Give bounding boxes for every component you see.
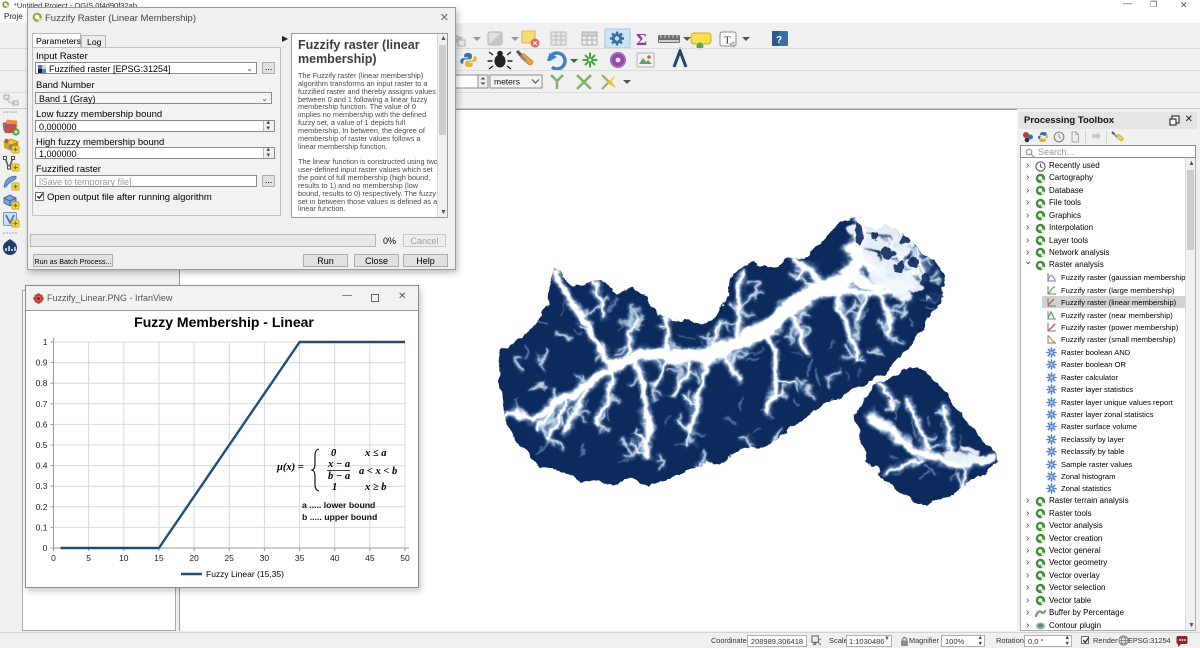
svg-text:Fuzzy Membership - Linear: Fuzzy Membership - Linear [134,314,314,330]
svg-text:35: 35 [295,553,305,563]
svg-text:20: 20 [189,553,199,563]
svg-text:T: T [724,35,731,47]
svg-text:10: 10 [119,553,129,563]
svg-text:0.2: 0.2 [36,502,48,512]
svg-text:μ(x) =: μ(x) = [276,462,304,473]
svg-text:a < x < b: a < x < b [359,466,397,477]
svg-text:0.8: 0.8 [36,378,48,388]
svg-text:x ≤ a: x ≤ a [364,448,387,459]
svg-text:25: 25 [224,553,234,563]
svg-text:meters: meters [494,77,520,87]
svg-text:?: ? [776,35,782,46]
svg-text:a ..... lower bound: a ..... lower bound [302,500,375,510]
svg-text:0.7: 0.7 [36,399,48,409]
svg-text:15: 15 [154,553,164,563]
svg-text:x − a: x − a [327,459,350,470]
svg-text:50: 50 [400,553,410,563]
svg-text:1: 1 [332,482,337,493]
svg-text:0: 0 [43,543,48,553]
svg-text:b − a: b − a [328,471,350,482]
svg-text:0.9: 0.9 [36,358,48,368]
svg-text:5: 5 [86,553,91,563]
svg-text:1: 1 [43,337,48,347]
svg-text:30: 30 [260,553,270,563]
svg-text:0.3: 0.3 [36,481,48,491]
svg-text:Σ: Σ [636,30,647,49]
svg-text:0.5: 0.5 [36,440,48,450]
svg-text:0.4: 0.4 [36,461,48,471]
svg-text:0: 0 [331,448,337,459]
svg-text:x ≥ b: x ≥ b [364,482,387,493]
svg-text:0.1: 0.1 [36,522,48,532]
svg-text:Fuzzy Linear (15,35): Fuzzy Linear (15,35) [206,569,284,579]
svg-text:0: 0 [51,553,56,563]
svg-text:b ..... upper bound: b ..... upper bound [302,512,377,522]
svg-text:40: 40 [330,553,340,563]
svg-text:45: 45 [365,553,375,563]
svg-text:0.6: 0.6 [36,419,48,429]
